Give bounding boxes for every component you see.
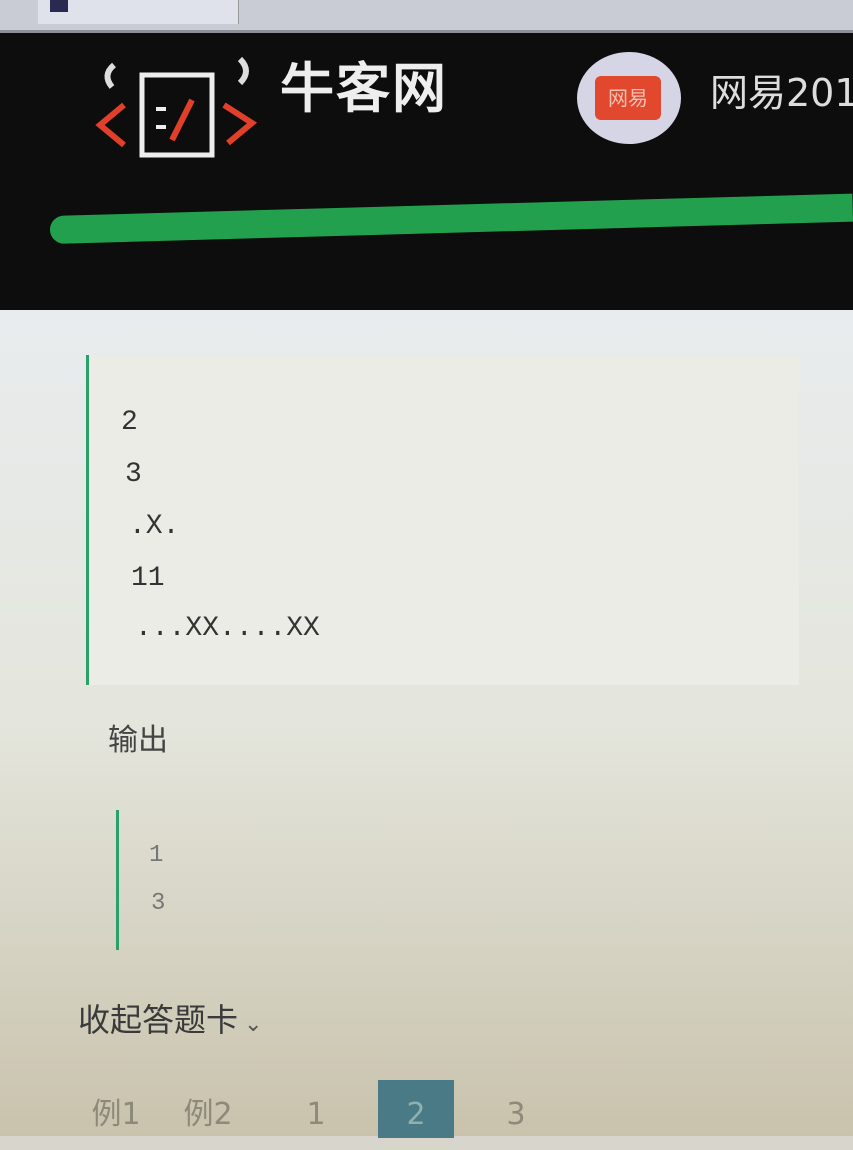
input-line: 11 <box>131 563 165 594</box>
output-line: 3 <box>151 890 166 917</box>
input-sample-block: 2 3 .X. 11 ...XX....XX <box>86 355 799 685</box>
company-badge: 网易 <box>595 76 661 120</box>
question-content: 2 3 .X. 11 ...XX....XX 输出 1 3 收起答题卡 ⌄ 例1 … <box>0 310 853 1138</box>
page-example-1[interactable]: 例1 <box>78 1080 154 1138</box>
input-line: .X. <box>129 511 180 542</box>
company-avatar[interactable]: 网易 <box>577 52 681 144</box>
tab-favicon-icon <box>50 0 68 12</box>
output-sample-block: 1 3 <box>116 810 419 950</box>
input-line: ...XX....XX <box>135 613 320 644</box>
exam-title: 网易201 <box>710 71 853 115</box>
input-line: 2 <box>121 407 138 438</box>
page-2[interactable]: 2 <box>378 1080 454 1138</box>
browser-tab-strip <box>0 0 853 33</box>
page-1[interactable]: 1 <box>278 1080 354 1138</box>
output-label: 输出 <box>108 723 168 758</box>
page-3[interactable]: 3 <box>478 1080 554 1138</box>
brand-name[interactable]: 牛客网 <box>280 44 448 123</box>
chevron-down-icon: ⌄ <box>244 1012 263 1037</box>
page-example-2[interactable]: 例2 <box>170 1080 246 1138</box>
output-line: 1 <box>149 842 164 869</box>
nowcoder-logo-icon[interactable] <box>92 45 262 160</box>
browser-tab[interactable] <box>38 0 239 24</box>
toggle-label: 收起答题卡 <box>78 1001 239 1039</box>
input-line: 3 <box>125 459 142 490</box>
progress-fill <box>49 193 853 244</box>
collapse-answer-card-toggle[interactable]: 收起答题卡 ⌄ <box>78 995 262 1041</box>
